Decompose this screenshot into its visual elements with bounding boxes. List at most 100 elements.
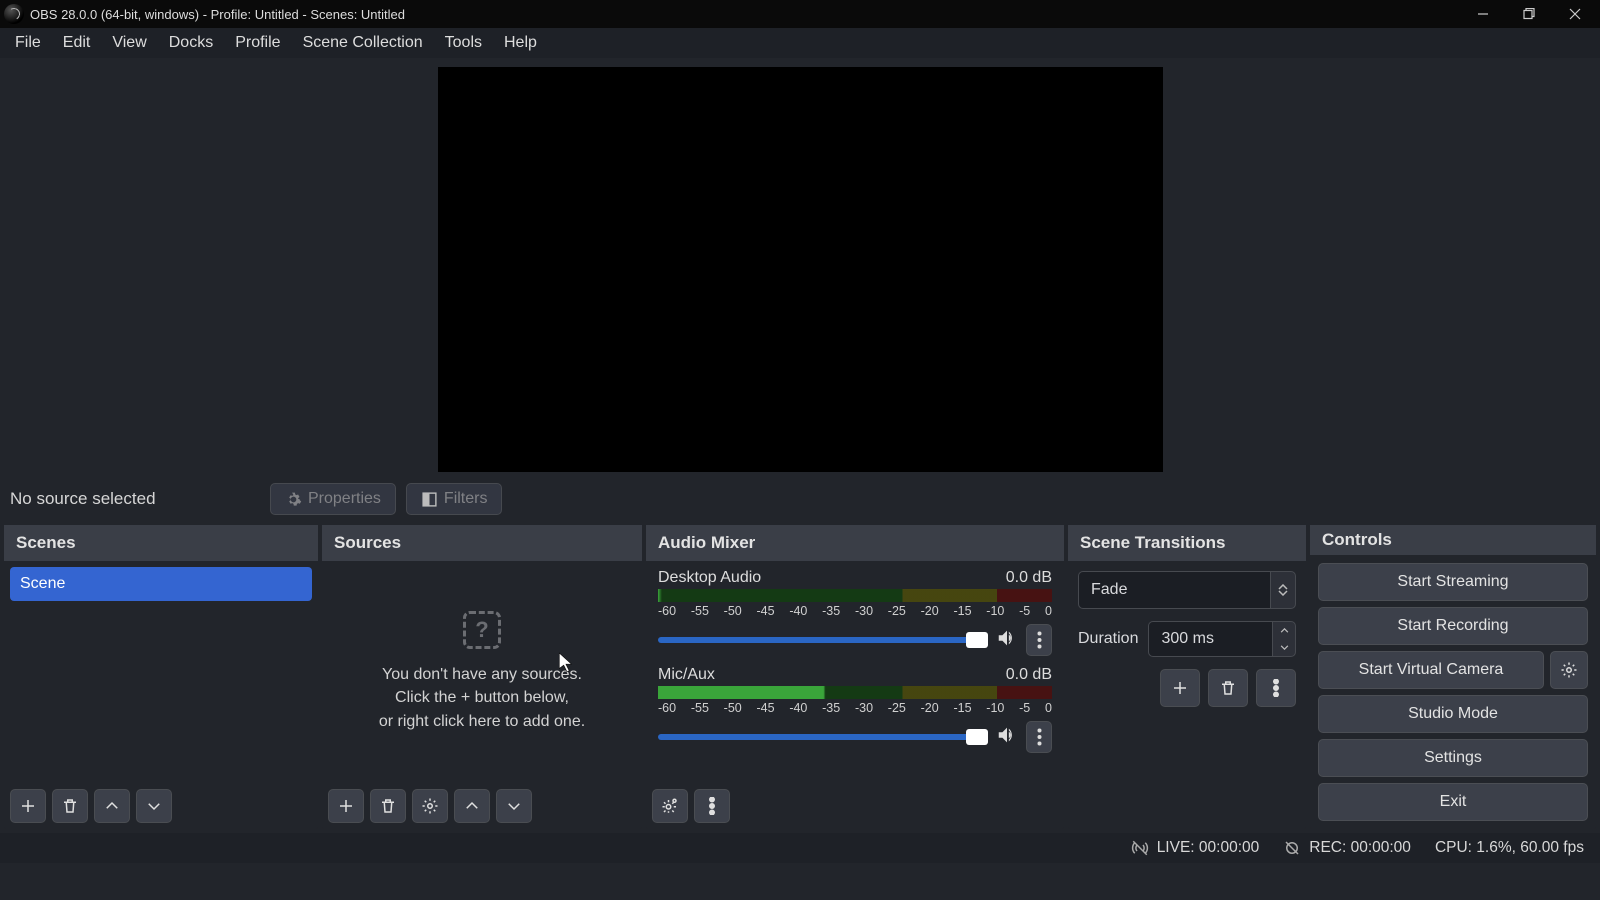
- controls-panel: Controls Start Streaming Start Recording…: [1310, 525, 1596, 829]
- source-add-button[interactable]: [328, 789, 364, 823]
- menu-profile[interactable]: Profile: [224, 30, 291, 56]
- broadcast-off-icon: [1131, 839, 1149, 857]
- channel-level: 0.0 dB: [1006, 666, 1052, 684]
- selected-source-label: No source selected: [10, 489, 260, 509]
- transition-remove-button[interactable]: [1208, 669, 1248, 707]
- scene-add-button[interactable]: [10, 789, 46, 823]
- window-maximize-button[interactable]: [1506, 0, 1552, 28]
- channel-options-button[interactable]: [1026, 624, 1052, 656]
- gear-icon: [1560, 661, 1578, 679]
- statusbar: LIVE: 00:00:00 REC: 00:00:00 CPU: 1.6%, …: [0, 833, 1600, 863]
- chevron-down-icon: [505, 797, 523, 815]
- source-remove-button[interactable]: [370, 789, 406, 823]
- gear-icon: [421, 797, 439, 815]
- kebab-icon: [1037, 728, 1042, 746]
- mixer-advanced-button[interactable]: [652, 789, 688, 823]
- plus-icon: [19, 797, 37, 815]
- filters-icon: [421, 491, 438, 508]
- volume-slider[interactable]: [658, 637, 988, 643]
- preview-canvas[interactable]: [438, 67, 1163, 472]
- exit-button[interactable]: Exit: [1318, 783, 1588, 821]
- window-minimize-button[interactable]: [1460, 0, 1506, 28]
- meter-ticks: -60-55-50-45-40-35-30-25-20-15-10-50: [658, 604, 1052, 618]
- controls-panel-title: Controls: [1310, 525, 1596, 555]
- menu-scene-collection[interactable]: Scene Collection: [292, 30, 434, 56]
- mixer-channel-desktop: Desktop Audio 0.0 dB -60-55-50-45-40-35-3…: [652, 567, 1058, 664]
- menu-view[interactable]: View: [101, 30, 157, 56]
- audio-mixer-panel-title: Audio Mixer: [646, 525, 1064, 561]
- scene-move-down-button[interactable]: [136, 789, 172, 823]
- mixer-options-button[interactable]: [694, 789, 730, 823]
- scene-item[interactable]: Scene: [10, 567, 312, 601]
- menu-help[interactable]: Help: [493, 30, 548, 56]
- duration-label: Duration: [1078, 630, 1138, 648]
- transition-add-button[interactable]: [1160, 669, 1200, 707]
- trash-icon: [379, 797, 397, 815]
- menu-tools[interactable]: Tools: [434, 30, 493, 56]
- scenes-panel-title: Scenes: [4, 525, 318, 561]
- spinner-down-icon[interactable]: [1273, 639, 1295, 656]
- record-off-icon: [1283, 839, 1301, 857]
- menu-file[interactable]: File: [4, 30, 52, 56]
- studio-mode-button[interactable]: Studio Mode: [1318, 695, 1588, 733]
- start-virtual-camera-button[interactable]: Start Virtual Camera: [1318, 651, 1544, 689]
- meter-ticks: -60-55-50-45-40-35-30-25-20-15-10-50: [658, 701, 1052, 715]
- vu-meter: [658, 686, 1052, 699]
- trash-icon: [61, 797, 79, 815]
- scenes-panel: Scenes Scene: [4, 525, 318, 829]
- mute-button[interactable]: [996, 724, 1018, 751]
- source-infobar: No source selected Properties Filters: [0, 477, 1600, 521]
- plus-icon: [337, 797, 355, 815]
- virtual-camera-settings-button[interactable]: [1550, 651, 1588, 689]
- vu-meter: [658, 589, 1052, 602]
- channel-name: Mic/Aux: [658, 666, 715, 684]
- properties-button[interactable]: Properties: [270, 483, 396, 515]
- transitions-panel: Scene Transitions Fade Duration 300 ms: [1068, 525, 1306, 829]
- volume-slider[interactable]: [658, 734, 988, 740]
- channel-options-button[interactable]: [1026, 721, 1052, 753]
- audio-mixer-panel: Audio Mixer Desktop Audio 0.0 dB -60-55-5…: [646, 525, 1064, 829]
- chevron-up-icon: [103, 797, 121, 815]
- status-live: LIVE: 00:00:00: [1131, 839, 1260, 857]
- gear-icon: [661, 797, 679, 815]
- status-rec: REC: 00:00:00: [1283, 839, 1411, 857]
- channel-name: Desktop Audio: [658, 569, 761, 587]
- mixer-channel-mic: Mic/Aux 0.0 dB -60-55-50-45-40-35-30-25-2…: [652, 664, 1058, 761]
- menubar: File Edit View Docks Profile Scene Colle…: [0, 28, 1600, 58]
- sources-panel-title: Sources: [322, 525, 642, 561]
- gear-icon: [285, 491, 302, 508]
- filters-button[interactable]: Filters: [406, 483, 503, 515]
- app-logo-icon: [4, 4, 24, 24]
- kebab-icon: [1037, 631, 1042, 649]
- chevron-up-icon: [463, 797, 481, 815]
- transition-type-select[interactable]: Fade: [1078, 571, 1296, 609]
- window-close-button[interactable]: [1552, 0, 1598, 28]
- duration-spinner[interactable]: 300 ms: [1148, 621, 1296, 657]
- sources-panel: Sources ? You don't have any sources. Cl…: [322, 525, 642, 829]
- kebab-icon: [1267, 679, 1285, 697]
- scene-remove-button[interactable]: [52, 789, 88, 823]
- source-move-up-button[interactable]: [454, 789, 490, 823]
- plus-icon: [1171, 679, 1189, 697]
- channel-level: 0.0 dB: [1006, 569, 1052, 587]
- trash-icon: [1219, 679, 1237, 697]
- chevron-down-icon: [145, 797, 163, 815]
- window-title: OBS 28.0.0 (64-bit, windows) - Profile: …: [30, 7, 1460, 22]
- menu-edit[interactable]: Edit: [52, 30, 102, 56]
- transition-options-button[interactable]: [1256, 669, 1296, 707]
- transitions-panel-title: Scene Transitions: [1068, 525, 1306, 561]
- settings-button[interactable]: Settings: [1318, 739, 1588, 777]
- titlebar: OBS 28.0.0 (64-bit, windows) - Profile: …: [0, 0, 1600, 28]
- scene-move-up-button[interactable]: [94, 789, 130, 823]
- sources-empty-state[interactable]: ? You don't have any sources. Click the …: [328, 567, 636, 777]
- source-move-down-button[interactable]: [496, 789, 532, 823]
- spinner-up-icon[interactable]: [1273, 622, 1295, 639]
- status-cpu: CPU: 1.6%, 60.00 fps: [1435, 839, 1584, 857]
- menu-docks[interactable]: Docks: [158, 30, 224, 56]
- mute-button[interactable]: [996, 627, 1018, 654]
- source-properties-button[interactable]: [412, 789, 448, 823]
- start-recording-button[interactable]: Start Recording: [1318, 607, 1588, 645]
- start-streaming-button[interactable]: Start Streaming: [1318, 563, 1588, 601]
- preview-area: [0, 58, 1600, 477]
- mouse-cursor-icon: [558, 652, 576, 681]
